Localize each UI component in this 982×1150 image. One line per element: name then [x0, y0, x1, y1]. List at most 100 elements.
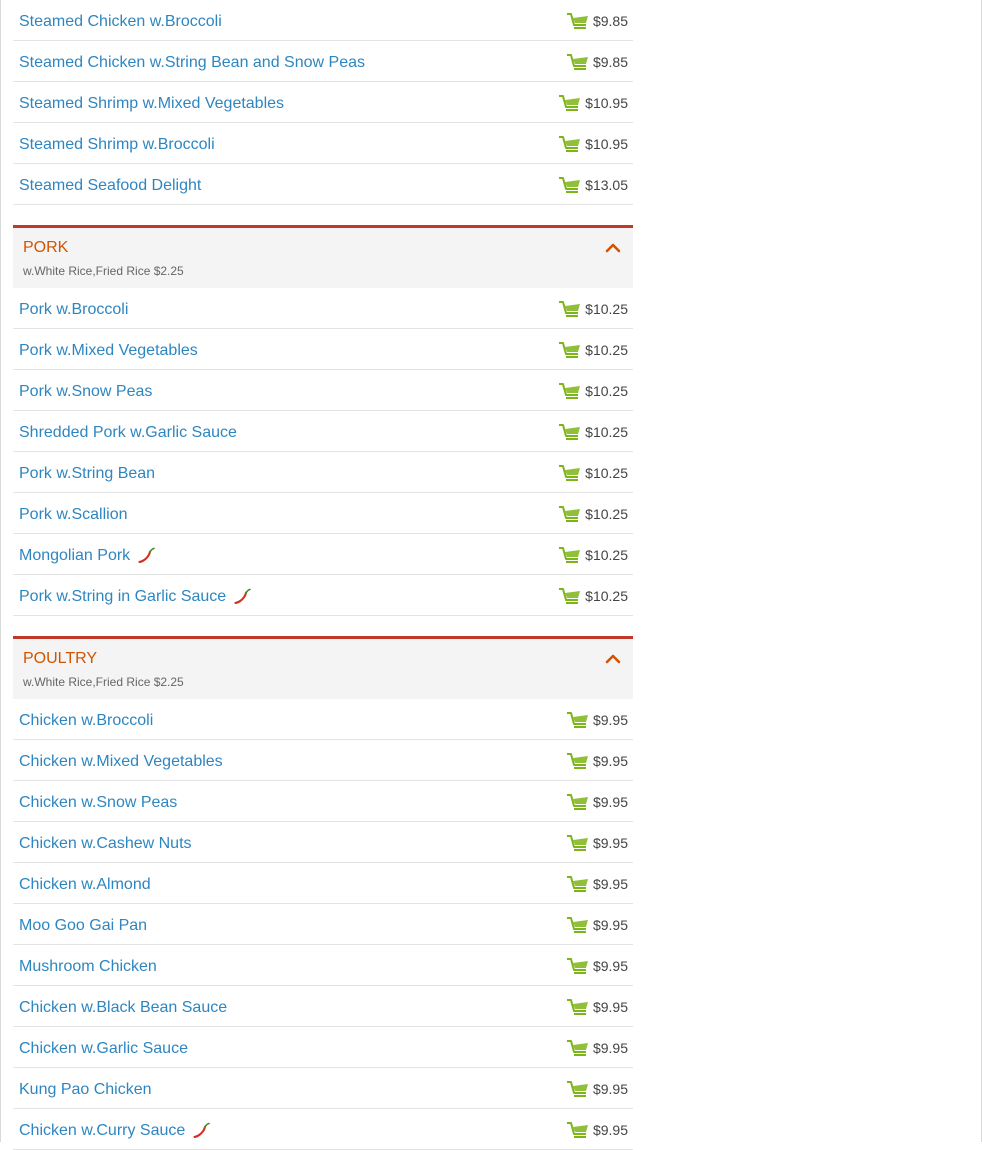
menu-item-row[interactable]: Steamed Shrimp w.Mixed Vegetables $10.95: [13, 82, 633, 123]
menu-item-name: Pork w.Snow Peas: [19, 383, 153, 400]
menu-item-name-link[interactable]: Steamed Shrimp w.Mixed Vegetables: [19, 95, 284, 113]
add-to-cart-button[interactable]: $9.95: [566, 793, 628, 811]
menu-item-row[interactable]: Chicken w.Broccoli $9.95: [13, 699, 633, 740]
menu-item-row[interactable]: Chicken w.Garlic Sauce $9.95: [13, 1027, 633, 1068]
menu-item-name-link[interactable]: Chicken w.Broccoli: [19, 712, 153, 730]
add-to-cart-button[interactable]: $10.95: [558, 135, 628, 153]
add-to-cart-button[interactable]: $10.25: [558, 464, 628, 482]
menu-item-row[interactable]: Pork w.String in Garlic Sauce $10.25: [13, 575, 633, 616]
add-to-cart-button[interactable]: $13.05: [558, 176, 628, 194]
add-to-cart-button[interactable]: $10.25: [558, 546, 628, 564]
add-to-cart-button[interactable]: $10.25: [558, 423, 628, 441]
shopping-cart-icon: [558, 341, 582, 359]
menu-item-row[interactable]: Chicken w.Almond $9.95: [13, 863, 633, 904]
shopping-cart-icon: [558, 464, 582, 482]
shopping-cart-icon: [558, 546, 582, 564]
category-header[interactable]: POULTRY w.White Rice,Fried Rice $2.25: [13, 636, 633, 699]
menu-item-row[interactable]: Chicken w.Cashew Nuts $9.95: [13, 822, 633, 863]
category-title: PORK: [23, 239, 69, 256]
menu-item-row[interactable]: Steamed Shrimp w.Broccoli $10.95: [13, 123, 633, 164]
menu-item-row[interactable]: Chicken w.Snow Peas $9.95: [13, 781, 633, 822]
menu-item-row[interactable]: Mongolian Pork $10.25: [13, 534, 633, 575]
menu-item-name-link[interactable]: Chicken w.Almond: [19, 876, 151, 894]
menu-item-row[interactable]: Kung Pao Chicken $9.95: [13, 1068, 633, 1109]
menu-item-name-link[interactable]: Chicken w.Mixed Vegetables: [19, 753, 223, 771]
menu-item-name-link[interactable]: Shredded Pork w.Garlic Sauce: [19, 424, 237, 442]
add-to-cart-button[interactable]: $10.25: [558, 382, 628, 400]
shopping-cart-icon: [566, 793, 590, 811]
add-to-cart-button[interactable]: $9.95: [566, 1039, 628, 1057]
menu-item-name-link[interactable]: Pork w.String Bean: [19, 465, 155, 483]
menu-item-row[interactable]: Pork w.Mixed Vegetables $10.25: [13, 329, 633, 370]
item-price: $10.25: [585, 465, 628, 481]
menu-item-name-link[interactable]: Steamed Seafood Delight: [19, 177, 201, 195]
menu-item-name-link[interactable]: Pork w.Scallion: [19, 506, 128, 524]
item-price: $9.85: [592, 13, 628, 29]
add-to-cart-button[interactable]: $9.85: [566, 53, 628, 71]
menu-item-name-link[interactable]: Chicken w.Snow Peas: [19, 794, 177, 812]
add-to-cart-button[interactable]: $9.95: [566, 998, 628, 1016]
menu-item-name: Chicken w.Almond: [19, 876, 151, 893]
menu-item-name-link[interactable]: Chicken w.Curry Sauce: [19, 1122, 211, 1140]
chevron-up-icon[interactable]: [605, 651, 621, 664]
menu-item-row[interactable]: Moo Goo Gai Pan $9.95: [13, 904, 633, 945]
menu-item-name-link[interactable]: Moo Goo Gai Pan: [19, 917, 147, 935]
menu-item-name-link[interactable]: Steamed Shrimp w.Broccoli: [19, 136, 215, 154]
menu-item-row[interactable]: Chicken w.Black Bean Sauce $9.95: [13, 986, 633, 1027]
menu-item-row[interactable]: Pork w.Scallion $10.25: [13, 493, 633, 534]
menu-item-name: Pork w.Scallion: [19, 506, 128, 523]
add-to-cart-button[interactable]: $9.95: [566, 1121, 628, 1139]
menu-item-row[interactable]: Mushroom Chicken $9.95: [13, 945, 633, 986]
menu-item-name-link[interactable]: Pork w.String in Garlic Sauce: [19, 588, 252, 606]
add-to-cart-button[interactable]: $9.95: [566, 916, 628, 934]
menu-item-name-link[interactable]: Chicken w.Black Bean Sauce: [19, 999, 227, 1017]
menu-item-name-link[interactable]: Chicken w.Cashew Nuts: [19, 835, 192, 853]
menu-item-row[interactable]: Steamed Seafood Delight $13.05: [13, 164, 633, 205]
item-price: $9.95: [592, 1122, 628, 1138]
menu-item-name-link[interactable]: Pork w.Snow Peas: [19, 383, 152, 401]
add-to-cart-button[interactable]: $9.95: [566, 834, 628, 852]
add-to-cart-button[interactable]: $10.25: [558, 587, 628, 605]
menu-item-name-link[interactable]: Mongolian Pork: [19, 547, 156, 565]
shopping-cart-icon: [558, 587, 582, 605]
item-price: $9.95: [592, 1040, 628, 1056]
shopping-cart-icon: [558, 176, 582, 194]
add-to-cart-button[interactable]: $9.95: [566, 1080, 628, 1098]
shopping-cart-icon: [566, 875, 590, 893]
menu-item-name-link[interactable]: Mushroom Chicken: [19, 958, 157, 976]
chevron-up-icon[interactable]: [605, 240, 621, 253]
add-to-cart-button[interactable]: $10.95: [558, 94, 628, 112]
menu-item-row[interactable]: Shredded Pork w.Garlic Sauce $10.25: [13, 411, 633, 452]
menu-item-name-link[interactable]: Steamed Chicken w.String Bean and Snow P…: [19, 54, 365, 72]
shopping-cart-icon: [558, 382, 582, 400]
menu-item-name: Steamed Shrimp w.Broccoli: [19, 136, 215, 153]
add-to-cart-button[interactable]: $9.95: [566, 711, 628, 729]
menu-item-name-link[interactable]: Chicken w.Garlic Sauce: [19, 1040, 188, 1058]
menu-item-row[interactable]: Chicken w.Mixed Vegetables $9.95: [13, 740, 633, 781]
menu-item-row[interactable]: Steamed Chicken w.Broccoli $9.85: [13, 0, 633, 41]
item-price: $10.95: [585, 136, 628, 152]
add-to-cart-button[interactable]: $9.85: [566, 12, 628, 30]
menu-item-row[interactable]: Steamed Chicken w.String Bean and Snow P…: [13, 41, 633, 82]
chili-pepper-icon: [136, 547, 156, 565]
menu-item-row[interactable]: Pork w.Snow Peas $10.25: [13, 370, 633, 411]
menu-item-row[interactable]: Chicken w.Curry Sauce $9.95: [13, 1109, 633, 1150]
add-to-cart-button[interactable]: $10.25: [558, 300, 628, 318]
menu-item-row[interactable]: Pork w.Broccoli $10.25: [13, 288, 633, 329]
menu-item-name: Kung Pao Chicken: [19, 1081, 152, 1098]
menu-item-name-link[interactable]: Pork w.Broccoli: [19, 301, 128, 319]
item-price: $9.95: [592, 753, 628, 769]
add-to-cart-button[interactable]: $10.25: [558, 505, 628, 523]
add-to-cart-button[interactable]: $10.25: [558, 341, 628, 359]
add-to-cart-button[interactable]: $9.95: [566, 875, 628, 893]
add-to-cart-button[interactable]: $9.95: [566, 752, 628, 770]
add-to-cart-button[interactable]: $9.95: [566, 957, 628, 975]
menu-item-name: Mushroom Chicken: [19, 958, 157, 975]
menu-item-row[interactable]: Pork w.String Bean $10.25: [13, 452, 633, 493]
shopping-cart-icon: [566, 1039, 590, 1057]
menu-item-name-link[interactable]: Pork w.Mixed Vegetables: [19, 342, 198, 360]
menu-item-name-link[interactable]: Steamed Chicken w.Broccoli: [19, 13, 222, 31]
menu-item-name-link[interactable]: Kung Pao Chicken: [19, 1081, 152, 1099]
item-price: $9.95: [592, 1081, 628, 1097]
category-header[interactable]: PORK w.White Rice,Fried Rice $2.25: [13, 225, 633, 288]
